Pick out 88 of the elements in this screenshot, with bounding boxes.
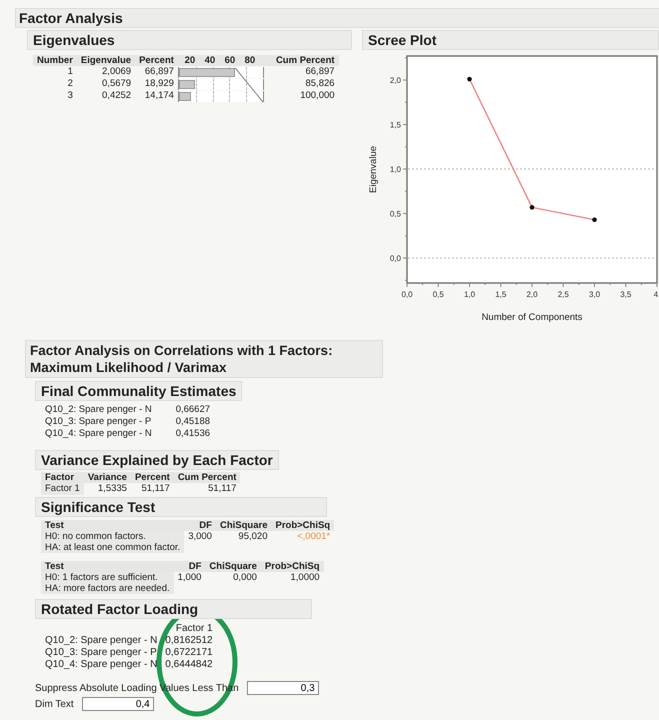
table-cell: 100,000: [264, 90, 339, 102]
table-cell-text: 0,66627: [174, 404, 212, 416]
x-tick-label: 2,0: [526, 290, 538, 299]
table-cell: 3,000: [184, 531, 216, 542]
data-point: [530, 205, 534, 210]
column-header: Percent: [135, 55, 178, 66]
x-tick-label: 0,0: [401, 290, 413, 299]
y-tick-label: 1,0: [390, 165, 401, 174]
column-header: Prob>ChiSq: [271, 520, 334, 531]
section-title[interactable]: Rotated Factor Loading: [35, 599, 312, 619]
input-field[interactable]: 0,3: [246, 681, 319, 695]
column-header: Percent: [130, 472, 174, 483]
section-title[interactable]: Scree Plot: [362, 30, 659, 50]
column-header: ChiSquare: [205, 561, 261, 572]
section-title[interactable]: Factor Analysis: [15, 8, 659, 28]
column-header: Cum Percent: [264, 55, 339, 66]
table-cell-text: 0,6722171: [164, 647, 214, 659]
table-cell: 85,826: [264, 78, 339, 90]
table-cell: 1: [33, 66, 77, 78]
x-tick-label: 1,0: [464, 290, 476, 299]
section-title[interactable]: Significance Test: [35, 497, 327, 517]
x-tick-label: 3,5: [620, 290, 632, 299]
table-cell: 1,000: [174, 572, 206, 583]
section-title[interactable]: Variance Explained by Each Factor: [35, 450, 279, 470]
y-tick-label: 2,0: [390, 76, 401, 86]
table-cell-text: 0,8162512: [164, 635, 214, 647]
table-cell-text: Q10_4: Spare penger - N: [44, 428, 153, 440]
y-axis-title: Eigenvalue: [368, 146, 379, 193]
table-cell-text: 0,5679: [101, 78, 132, 90]
table-cell-text: 0,6444842: [164, 659, 214, 671]
table-cell-text: 0,41536: [174, 428, 212, 440]
section-title[interactable]: Final Communality Estimates: [35, 381, 242, 401]
column-header: Factor 1: [174, 623, 214, 635]
table-cell-text: 0,45188: [174, 416, 212, 428]
column-header: Number: [33, 55, 77, 66]
column-header: Eigenvalue: [76, 55, 136, 66]
table-cell: H0: no common factors.: [41, 531, 184, 542]
data-point: [592, 218, 597, 222]
y-tick-label: 0,5: [390, 210, 401, 219]
column-header: Prob>ChiSq: [260, 561, 324, 572]
input-field[interactable]: 0,4: [82, 697, 154, 711]
table-cell: H0: 1 factors are sufficient.: [41, 572, 174, 583]
table-cell-text: Q10_4: Spare penger - N: [44, 659, 158, 671]
column-header: Variance: [84, 472, 131, 483]
x-tick-label: 3,0: [588, 290, 600, 299]
column-header: Factor: [41, 472, 84, 483]
table-cell: 66,897: [135, 66, 178, 78]
x-axis-title: Number of Components: [482, 312, 582, 323]
table-cell: 18,929: [135, 78, 178, 90]
table-cell: 51,117: [130, 483, 174, 495]
table-cell-text: Q10_3: Spare penger - P: [44, 416, 152, 428]
column-header: ChiSquare: [216, 520, 272, 531]
table-cell-text: 0,4252: [101, 90, 132, 102]
x-tick-label: 1,5: [495, 290, 506, 299]
axis-label: 20: [184, 55, 196, 66]
table-cell: 14,174: [135, 90, 178, 102]
y-tick-label: 1,5: [390, 120, 401, 130]
table-cell-text: Q10_3: Spare penger - P: [44, 647, 158, 659]
table-cell: 2,0069: [76, 66, 136, 78]
axis-label: 60: [224, 55, 236, 66]
table-cell: 66,897: [264, 66, 339, 78]
table-cell: HA: more factors are needed.: [41, 583, 174, 594]
x-tick-label: 0,5: [432, 290, 444, 299]
section-title[interactable]: Factor Analysis on Correlations with 1 Factors: Maximum Likelihood / Varimax: [25, 340, 383, 378]
column-header: Test: [41, 520, 184, 531]
table-cell: 0,000: [205, 572, 261, 583]
table-cell: HA: at least one common factor.: [41, 542, 184, 553]
table-cell: Factor 1: [41, 483, 84, 495]
table-cell-text: 3: [66, 90, 74, 102]
axis-label: 40: [204, 55, 216, 66]
field-label: Dim Text: [35, 698, 74, 710]
table-cell-text: 2: [66, 78, 74, 90]
table-cell: 95,020: [216, 531, 272, 542]
table-cell: <,0001*: [271, 531, 334, 542]
table-cell: 51,117: [174, 483, 240, 495]
data-point: [467, 76, 472, 82]
column-header: Test: [41, 561, 174, 572]
table-cell: 1,5335: [84, 483, 131, 495]
column-header: DF: [174, 561, 206, 572]
section-title[interactable]: Eigenvalues: [27, 30, 352, 50]
column-header: DF: [184, 520, 216, 531]
x-tick-label: 2,5: [558, 290, 569, 299]
table-cell: 1,0000: [260, 572, 324, 583]
table-cell-text: Q10_2: Spare penger - N: [44, 635, 158, 647]
table-cell-text: Q10_2: Spare penger - N: [44, 404, 153, 416]
column-header: Cum Percent: [174, 472, 240, 483]
axis-label: 80: [244, 55, 256, 66]
y-tick-label: 0,0: [390, 254, 401, 264]
